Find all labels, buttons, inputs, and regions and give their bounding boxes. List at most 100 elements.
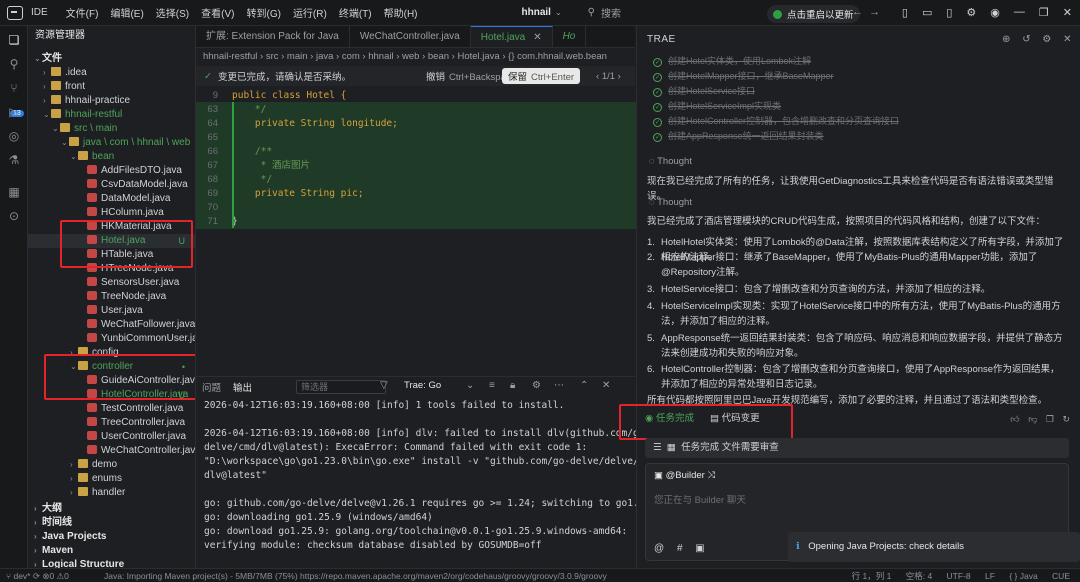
clear-output-icon[interactable]: ≡ — [489, 380, 495, 391]
tab-wechat-controller[interactable]: WeChatController.java — [350, 26, 471, 47]
retry-icon[interactable]: ↻ — [1062, 414, 1070, 424]
agent-selector[interactable]: ▣ @Builder ⤨ — [654, 470, 715, 481]
line-ending[interactable]: LF — [985, 571, 995, 581]
code-view[interactable]: 9 public class Hotel {63 */64 private Str… — [196, 86, 636, 356]
branch-indicator[interactable]: ⑂ dev* ⟳ ⊗0 ⚠0 — [6, 569, 69, 582]
folder-item[interactable]: › .idea — [28, 66, 195, 80]
tab-output[interactable]: 输出 — [233, 380, 252, 394]
code-line[interactable]: 67 * 酒店图片 — [196, 158, 636, 173]
section-header[interactable]: › 时间线 — [28, 516, 195, 530]
settings-icon[interactable]: ⚙ — [966, 6, 976, 19]
file-item[interactable]: HColumn.java — [28, 206, 195, 220]
code-line[interactable]: 69 private String pic; — [196, 186, 636, 201]
menu-view[interactable]: 查看(V) — [201, 5, 234, 20]
file-item[interactable]: TreeNode.java — [28, 290, 195, 304]
mention-icon[interactable]: @ — [654, 543, 664, 554]
code-line[interactable]: 9 public class Hotel { — [196, 88, 636, 103]
encoding[interactable]: UTF-8 — [947, 571, 971, 581]
language-mode[interactable]: { } Java — [1009, 571, 1037, 581]
extensions-icon[interactable]: ▦ — [6, 184, 22, 200]
change-pager[interactable]: ‹ 1/1 › — [596, 71, 621, 82]
folder-item[interactable]: › demo — [28, 458, 195, 472]
tab-hotel-controller[interactable]: Ho — [553, 26, 587, 47]
folder-item[interactable]: ⌄ hhnail-restful — [28, 108, 195, 122]
folder-item[interactable]: › enums — [28, 472, 195, 486]
section-header[interactable]: › Java Projects — [28, 530, 195, 544]
settings-icon[interactable]: ⚙ — [1042, 34, 1051, 45]
source-control-icon[interactable]: ⑂ — [6, 80, 22, 96]
close-icon[interactable]: ✕ — [1063, 34, 1072, 45]
file-item[interactable]: YunbiCommonUser.java — [28, 332, 195, 346]
maximize-icon[interactable]: ❐ — [1039, 6, 1049, 19]
folder-item[interactable]: › handler — [28, 486, 195, 500]
code-line[interactable]: 64 private String longitude; — [196, 116, 636, 131]
tab-problems[interactable]: 问题 — [202, 380, 221, 394]
file-item[interactable]: AddFilesDTO.java — [28, 164, 195, 178]
menu-help[interactable]: 帮助(H) — [384, 5, 418, 20]
close-panel-icon[interactable]: ✕ — [602, 380, 610, 391]
file-item[interactable]: UserController.java — [28, 430, 195, 444]
settings-icon[interactable]: ⚙ — [532, 380, 541, 391]
close-icon[interactable]: ✕ — [1063, 6, 1072, 19]
back-icon[interactable]: ← — [852, 6, 863, 18]
layout-panel-icon[interactable]: ▭ — [922, 6, 932, 19]
code-line[interactable]: 63 */ — [196, 102, 636, 117]
remote-icon[interactable]: ◎ — [6, 128, 22, 144]
account-icon[interactable]: ◉ — [990, 6, 1000, 19]
file-item[interactable]: TestController.java — [28, 402, 195, 416]
run-debug-icon[interactable]: ▷ — [6, 104, 22, 120]
layout-right-icon[interactable]: ▯ — [946, 6, 952, 19]
testing-icon[interactable]: ⚗ — [6, 152, 22, 168]
section-header[interactable]: › Logical Structure — [28, 558, 195, 568]
more-icon[interactable]: ⋯ — [554, 380, 564, 391]
thumbs-up-icon[interactable]: 👍︎ — [1010, 414, 1019, 424]
file-item[interactable]: DataModel.java — [28, 192, 195, 206]
menu-run[interactable]: 运行(R) — [293, 5, 327, 20]
folder-item[interactable]: ⌄ java \ com \ hhnail \ web — [28, 136, 195, 150]
menu-terminal[interactable]: 终端(T) — [339, 5, 372, 20]
indentation[interactable]: 空格: 4 — [906, 571, 932, 581]
code-line[interactable]: 65 — [196, 130, 636, 145]
lock-icon[interactable]: 🔒︎ — [510, 380, 515, 391]
history-icon[interactable]: ↺ — [1022, 34, 1031, 45]
new-chat-icon[interactable]: ⊕ — [1002, 34, 1011, 45]
thought-label[interactable]: ◌ Thought — [649, 156, 692, 167]
filter-icon[interactable]: ▽ — [380, 380, 388, 391]
menu-edit[interactable]: 编辑(E) — [110, 5, 143, 20]
project-switcher[interactable]: hhnail — [522, 7, 551, 18]
file-item[interactable]: WeChatController.java — [28, 444, 195, 458]
tab-extension-pack[interactable]: 扩展: Extension Pack for Java — [196, 26, 350, 47]
copy-icon[interactable]: ❐ — [1046, 414, 1054, 424]
explorer-icon[interactable]: ❏ — [6, 32, 22, 48]
file-item[interactable]: SensorsUser.java — [28, 276, 195, 290]
image-icon[interactable]: ▣ — [695, 543, 704, 554]
cursor-position[interactable]: 行 1，列 1 — [852, 571, 892, 581]
file-item[interactable]: CsvDataModel.java — [28, 178, 195, 192]
forward-icon[interactable]: → — [869, 6, 880, 18]
output-channel-select[interactable]: Trae: Go — [404, 380, 441, 391]
layout-sidebar-icon[interactable]: ▯ — [902, 6, 908, 19]
accounts-icon[interactable]: ⊙ — [6, 208, 22, 224]
pager-next-icon[interactable]: › — [615, 71, 621, 82]
tasks-summary-bar[interactable]: ☰ ▦ 任务完成 文件需要审查 — [645, 438, 1069, 458]
folder-item[interactable]: ⌄ bean — [28, 150, 195, 164]
chevron-down-icon[interactable]: ⌄ — [466, 380, 474, 391]
hash-icon[interactable]: # — [677, 543, 683, 554]
section-header[interactable]: › 大纲 — [28, 502, 195, 516]
code-line[interactable]: 66 /** — [196, 144, 636, 159]
file-item[interactable]: User.java — [28, 304, 195, 318]
thought-label[interactable]: ◌ Thought — [649, 197, 692, 208]
file-item[interactable]: WeChatFollower.java — [28, 318, 195, 332]
menu-selection[interactable]: 选择(S) — [156, 5, 189, 20]
cue-indicator[interactable]: CUE — [1052, 571, 1070, 581]
menu-go[interactable]: 转到(G) — [246, 5, 280, 20]
close-tab-icon[interactable]: ✕ — [533, 32, 541, 43]
section-header[interactable]: › Maven — [28, 544, 195, 558]
thumbs-down-icon[interactable]: 👎︎ — [1028, 414, 1037, 424]
menu-file[interactable]: 文件(F) — [66, 5, 99, 20]
accept-button[interactable]: 保留 Ctrl+Enter — [502, 68, 581, 84]
search-icon[interactable]: ⚲ — [6, 56, 22, 72]
folder-item[interactable]: › front — [28, 80, 195, 94]
notification-toast[interactable]: ℹ Opening Java Projects: check details — [788, 532, 1080, 562]
filter-input[interactable]: 筛选器 — [296, 380, 386, 394]
